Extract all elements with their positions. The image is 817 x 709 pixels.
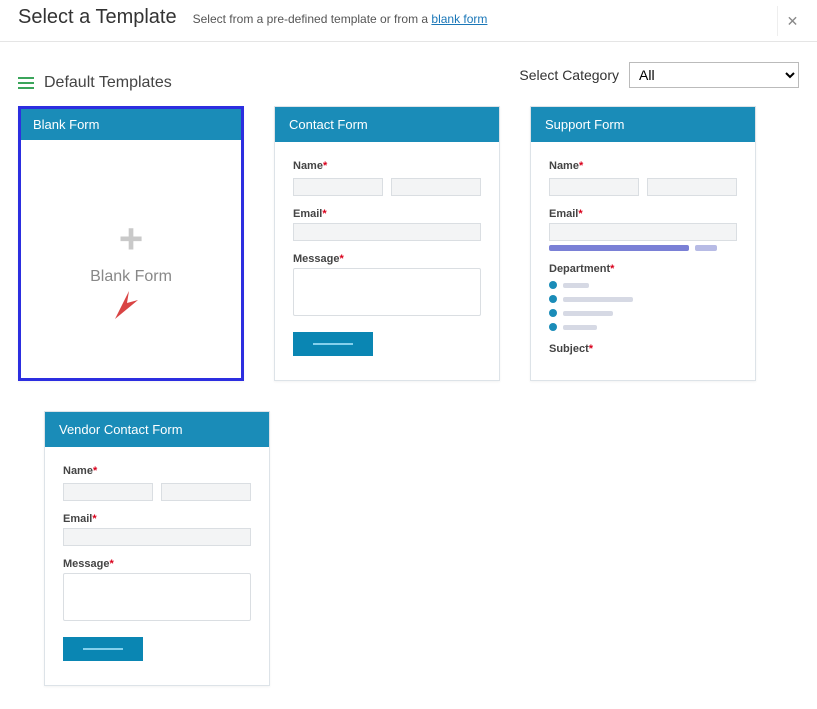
template-card-support-form[interactable]: Support Form Name* Email* Department* <box>530 106 756 381</box>
email-preview <box>293 223 481 241</box>
card-header: Vendor Contact Form <box>45 412 269 447</box>
template-card-blank-form[interactable]: Blank Form + Blank Form <box>18 106 244 381</box>
last-name-preview <box>647 178 737 196</box>
card-header: Blank Form <box>21 109 241 140</box>
field-label-message: Message* <box>63 558 251 570</box>
first-name-preview <box>549 178 639 196</box>
blank-form-label: Blank Form <box>90 268 172 286</box>
submit-preview <box>293 332 373 356</box>
field-label-message: Message* <box>293 253 481 265</box>
subtitle-text: Select from a pre-defined template or fr… <box>193 12 432 26</box>
first-name-preview <box>293 178 383 196</box>
field-label-department: Department* <box>549 263 737 275</box>
template-card-contact-form[interactable]: Contact Form Name* Email* Message* <box>274 106 500 381</box>
field-label-email: Email* <box>293 208 481 220</box>
last-name-preview <box>161 483 251 501</box>
blank-form-link[interactable]: blank form <box>431 12 487 26</box>
card-header: Support Form <box>531 107 755 142</box>
template-grid-row2: Vendor Contact Form Name* Email* Message… <box>44 411 799 686</box>
first-name-preview <box>63 483 153 501</box>
field-label-subject: Subject* <box>549 343 737 355</box>
field-label-email: Email* <box>549 208 737 220</box>
radio-list-preview <box>549 281 737 331</box>
section-heading: Default Templates <box>44 74 172 92</box>
skeleton-line <box>549 245 737 251</box>
page-subtitle: Select from a pre-defined template or fr… <box>193 12 488 26</box>
message-preview <box>63 573 251 621</box>
plus-icon: + <box>119 218 144 260</box>
category-select[interactable]: All <box>629 62 799 88</box>
card-body: Name* Email* Department* <box>531 142 755 379</box>
email-preview <box>63 528 251 546</box>
field-label-name: Name* <box>63 465 251 477</box>
message-preview <box>293 268 481 316</box>
dialog-header: Select a Template Select from a pre-defi… <box>0 0 817 42</box>
email-preview <box>549 223 737 241</box>
cursor-arrow-icon <box>111 285 139 323</box>
page-title: Select a Template <box>18 6 177 29</box>
submit-preview <box>63 637 143 661</box>
field-label-email: Email* <box>63 513 251 525</box>
template-grid: Blank Form + Blank Form Contact Form Nam… <box>18 106 799 381</box>
category-label: Select Category <box>519 67 619 83</box>
card-body: Name* Email* Message* <box>45 447 269 685</box>
field-label-name: Name* <box>549 160 737 172</box>
template-card-vendor-contact-form[interactable]: Vendor Contact Form Name* Email* Message… <box>44 411 270 686</box>
field-label-name: Name* <box>293 160 481 172</box>
card-body: Name* Email* Message* <box>275 142 499 380</box>
last-name-preview <box>391 178 481 196</box>
list-icon <box>18 77 34 89</box>
card-header: Contact Form <box>275 107 499 142</box>
close-icon[interactable]: ✕ <box>777 6 807 36</box>
content: Select Category All Default Templates Bl… <box>0 42 817 698</box>
card-body: + Blank Form <box>21 140 241 370</box>
